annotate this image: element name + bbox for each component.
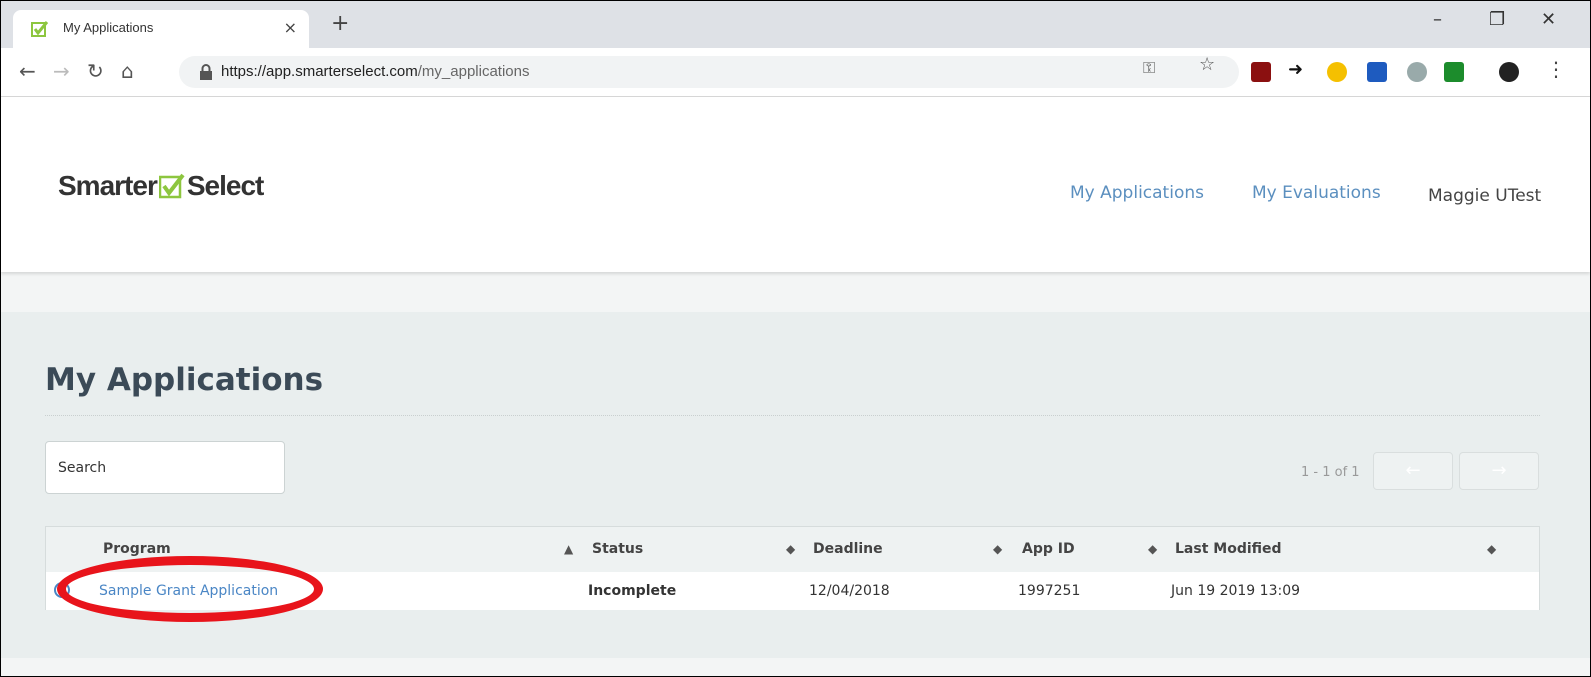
page-title: My Applications — [45, 362, 324, 398]
tab-strip: My Applications × + – ❐ ✕ — [1, 1, 1590, 48]
arrow-extension-icon[interactable]: ➜ — [1288, 59, 1308, 80]
highlight-annotation — [57, 556, 323, 622]
minimize-button[interactable]: – — [1433, 9, 1442, 30]
pagination-info: 1 - 1 of 1 — [1301, 465, 1360, 480]
prev-page-button[interactable]: ← — [1373, 452, 1453, 490]
excel-extension-icon[interactable] — [1444, 62, 1464, 82]
tab-close-icon[interactable]: × — [284, 18, 297, 37]
user-menu[interactable]: Maggie UTest — [1428, 186, 1541, 206]
header-status[interactable]: Status — [592, 541, 643, 557]
star-icon[interactable]: ☆ — [1199, 54, 1215, 75]
header-program[interactable]: Program — [103, 541, 171, 557]
sort-icon[interactable]: ◆ — [993, 542, 1002, 556]
speed-extension-icon[interactable] — [1327, 62, 1347, 82]
browser-toolbar: ← → ↻ ⌂ https://app.smarterselect.com/my… — [1, 48, 1590, 97]
logo-text-right: Select — [186, 170, 264, 201]
profile-avatar-icon[interactable] — [1499, 62, 1519, 82]
forward-arrow-icon[interactable]: → — [53, 59, 70, 83]
close-window-button[interactable]: ✕ — [1541, 9, 1556, 30]
nav-my-evaluations[interactable]: My Evaluations — [1252, 183, 1381, 203]
sort-icon[interactable]: ◆ — [1148, 542, 1157, 556]
header-deadline[interactable]: Deadline — [813, 541, 883, 557]
lock-icon — [200, 64, 212, 80]
home-icon[interactable]: ⌂ — [121, 59, 134, 83]
smarterselect-logo[interactable]: Smarter Select — [58, 169, 264, 203]
sort-icon[interactable]: ◆ — [786, 542, 795, 556]
last-modified-cell: Jun 19 2019 13:09 — [1171, 583, 1301, 599]
site-header: Smarter Select My Applications My Evalua… — [1, 97, 1590, 272]
url-path: /my_applications — [417, 63, 530, 80]
title-divider — [45, 415, 1540, 416]
url-text[interactable]: https://app.smarterselect.com/my_applica… — [221, 63, 529, 80]
back-arrow-icon[interactable]: ← — [19, 59, 36, 83]
tab-my-applications[interactable]: My Applications × — [13, 10, 309, 48]
status-cell: Incomplete — [588, 583, 677, 599]
footer-strip — [1, 658, 1590, 676]
reload-icon[interactable]: ↻ — [87, 59, 104, 83]
search-input[interactable] — [45, 441, 285, 494]
sort-icon[interactable]: ◆ — [1487, 542, 1496, 556]
next-page-button[interactable]: → — [1459, 452, 1539, 490]
deadline-cell: 12/04/2018 — [809, 583, 890, 599]
url-host: https://app.smarterselect.com — [221, 63, 418, 80]
chat-extension-icon[interactable] — [1407, 62, 1427, 82]
new-tab-button[interactable]: + — [331, 13, 349, 35]
header-app-id[interactable]: App ID — [1022, 541, 1075, 557]
header-spacer — [1, 272, 1590, 312]
key-icon[interactable]: ⚿ — [1143, 58, 1155, 78]
menu-icon[interactable]: ⋮ — [1546, 57, 1566, 81]
extension-icon[interactable] — [1251, 62, 1271, 82]
favicon-check-icon — [31, 21, 49, 37]
header-last-modified[interactable]: Last Modified — [1175, 541, 1282, 557]
reader-extension-icon[interactable] — [1367, 62, 1387, 82]
sort-asc-icon[interactable]: ▲ — [564, 542, 573, 556]
app-id-cell: 1997251 — [1018, 583, 1081, 599]
restore-button[interactable]: ❐ — [1489, 9, 1505, 30]
address-bar[interactable]: https://app.smarterselect.com/my_applica… — [179, 56, 1239, 88]
logo-check-icon — [158, 173, 185, 199]
nav-my-applications[interactable]: My Applications — [1070, 183, 1204, 203]
browser-window: My Applications × + – ❐ ✕ ← → ↻ ⌂ https:… — [0, 0, 1591, 677]
logo-text-left: Smarter — [58, 170, 158, 201]
tab-title: My Applications — [63, 20, 154, 35]
